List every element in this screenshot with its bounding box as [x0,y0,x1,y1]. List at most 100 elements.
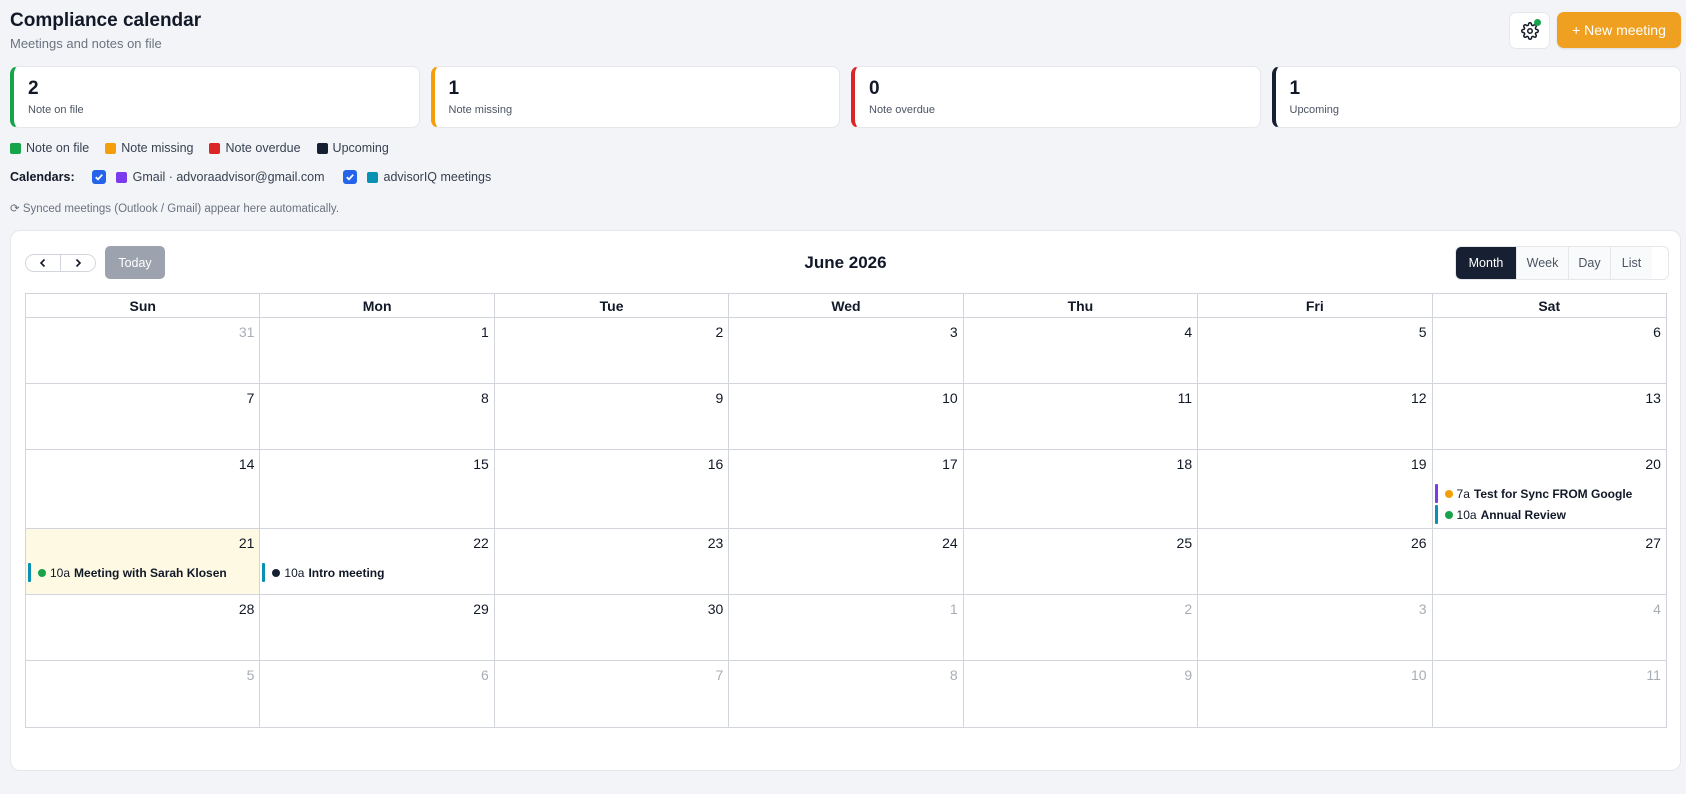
day-cell[interactable]: 4 [962,318,1197,383]
day-number[interactable]: 1 [950,601,958,617]
stat-card-upcoming[interactable]: 1 Upcoming [1271,66,1681,128]
day-number[interactable]: 8 [481,390,489,406]
day-cell[interactable]: 31 [26,318,259,383]
day-cell[interactable]: 5 [26,661,259,727]
day-number[interactable]: 27 [1645,535,1661,551]
day-number[interactable]: 24 [942,535,958,551]
day-cell[interactable]: 8 [728,661,962,727]
day-cell[interactable]: 11 [962,384,1197,449]
day-number[interactable]: 7 [247,390,255,406]
day-cell[interactable]: 8 [259,384,493,449]
day-number[interactable]: 16 [708,456,724,472]
day-number[interactable]: 3 [950,324,958,340]
day-number[interactable]: 15 [473,456,489,472]
day-number[interactable]: 7 [715,667,723,683]
day-number[interactable]: 22 [473,535,489,551]
day-number[interactable]: 14 [239,456,255,472]
calendar-event[interactable]: 7a Test for Sync FROM Google [1434,484,1664,503]
day-cell[interactable]: 3 [1197,595,1431,660]
day-cell[interactable]: 12 [1197,384,1431,449]
calendar-filter-advisoriq[interactable]: advisorIQ meetings [342,170,491,184]
day-number[interactable]: 29 [473,601,489,617]
new-meeting-button[interactable]: + New meeting [1557,12,1681,48]
day-number[interactable]: 6 [481,667,489,683]
day-number[interactable]: 30 [708,601,724,617]
day-number[interactable]: 25 [1177,535,1193,551]
day-cell[interactable]: 24 [728,529,962,594]
day-cell[interactable]: 4 [1431,595,1666,660]
day-cell[interactable]: 30 [493,595,728,660]
day-number[interactable]: 11 [1178,390,1193,406]
stat-card-note-overdue[interactable]: 0 Note overdue [851,66,1261,128]
day-cell[interactable]: 3 [728,318,962,383]
day-number[interactable]: 4 [1184,324,1192,340]
day-cell[interactable]: 13 [1431,384,1666,449]
day-cell[interactable]: 7 [26,384,259,449]
day-cell[interactable]: 2 [493,318,728,383]
day-number[interactable]: 31 [239,324,255,340]
day-cell[interactable]: 1 [259,318,493,383]
day-cell[interactable]: 22 10a Intro meeting [259,529,493,594]
calendar-event[interactable]: 10a Meeting with Sarah Klosen [28,563,257,582]
day-cell[interactable]: 29 [259,595,493,660]
day-cell[interactable]: 26 [1197,529,1431,594]
day-number[interactable]: 18 [1177,456,1193,472]
day-number[interactable]: 8 [950,667,958,683]
day-cell[interactable]: 19 [1197,450,1431,528]
day-cell[interactable]: 23 [493,529,728,594]
day-number[interactable]: 12 [1411,390,1427,406]
day-cell[interactable]: 10 [728,384,962,449]
day-number[interactable]: 21 [239,535,255,551]
view-week-button[interactable]: Week [1516,247,1568,279]
day-number[interactable]: 5 [247,667,255,683]
day-cell[interactable]: 17 [728,450,962,528]
view-month-button[interactable]: Month [1456,247,1516,279]
day-cell[interactable]: 5 [1197,318,1431,383]
stat-card-note-missing[interactable]: 1 Note missing [430,66,840,128]
day-cell[interactable]: 20 7a Test for Sync FROM Google 10a Annual R… [1431,450,1666,528]
day-number[interactable]: 23 [708,535,724,551]
day-number[interactable]: 9 [1184,667,1192,683]
day-number[interactable]: 26 [1411,535,1427,551]
day-cell[interactable]: 14 [26,450,259,528]
day-cell-today[interactable]: 21 10a Meeting with Sarah Klosen [26,529,260,594]
day-number[interactable]: 17 [942,456,958,472]
day-cell[interactable]: 1 [728,595,962,660]
calendar-event[interactable]: 10a Annual Review [1434,505,1664,524]
day-number[interactable]: 19 [1411,456,1427,472]
day-number[interactable]: 11 [1646,667,1661,683]
calendar-checkbox[interactable] [342,170,357,184]
day-number[interactable]: 2 [1184,601,1192,617]
view-list-button[interactable]: List [1610,247,1652,279]
calendar-event[interactable]: 10a Intro meeting [262,563,491,582]
day-number[interactable]: 20 [1645,456,1661,472]
day-cell[interactable]: 10 [1197,661,1431,727]
day-cell[interactable]: 25 [962,529,1197,594]
day-number[interactable]: 13 [1645,390,1661,406]
stat-card-note-on-file[interactable]: 2 Note on file [10,66,420,128]
day-cell[interactable]: 7 [493,661,728,727]
day-number[interactable]: 28 [239,601,255,617]
day-cell[interactable]: 9 [493,384,728,449]
day-number[interactable]: 1 [481,324,489,340]
day-cell[interactable]: 2 [962,595,1197,660]
day-cell[interactable]: 6 [259,661,493,727]
day-number[interactable]: 6 [1653,324,1661,340]
calendar-checkbox[interactable] [91,170,106,184]
view-day-button[interactable]: Day [1568,247,1610,279]
day-number[interactable]: 9 [715,390,723,406]
day-cell[interactable]: 11 [1431,661,1666,727]
day-number[interactable]: 5 [1419,324,1427,340]
day-number[interactable]: 10 [1411,667,1427,683]
day-cell[interactable]: 18 [962,450,1197,528]
day-number[interactable]: 10 [942,390,958,406]
calendar-filter-gmail[interactable]: Gmail · advoraadvisor@gmail.com [91,170,325,184]
day-number[interactable]: 4 [1653,601,1661,617]
day-number[interactable]: 3 [1419,601,1427,617]
day-cell[interactable]: 9 [962,661,1197,727]
day-cell[interactable]: 27 [1431,529,1666,594]
day-cell[interactable]: 16 [493,450,728,528]
settings-button[interactable] [1509,12,1550,49]
day-number[interactable]: 2 [715,324,723,340]
day-cell[interactable]: 6 [1431,318,1666,383]
